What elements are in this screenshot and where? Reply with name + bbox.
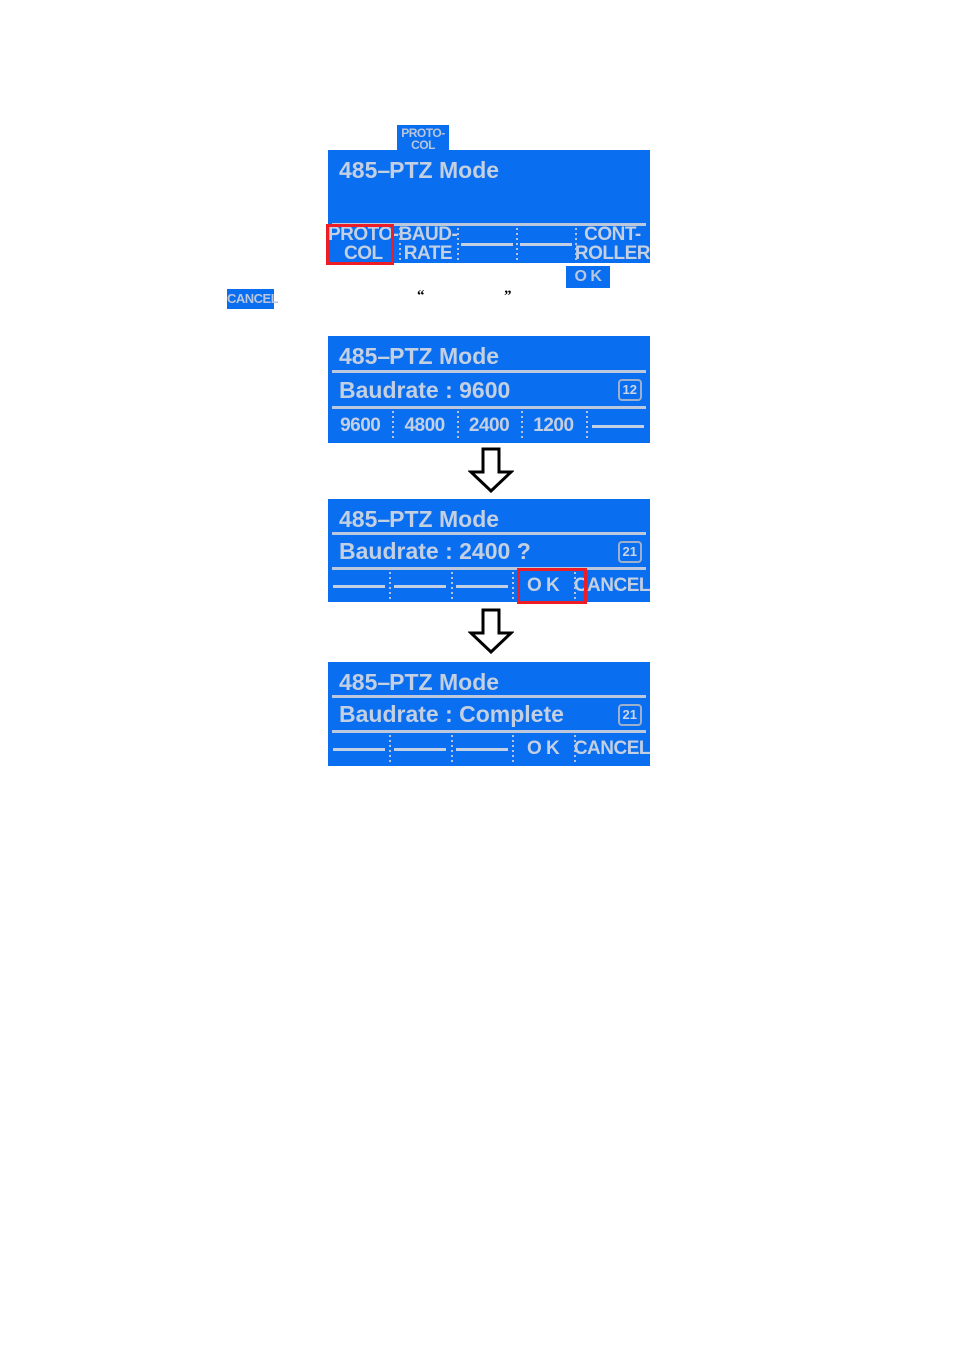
softkey-baudrate[interactable]: BAUD- RATE bbox=[398, 224, 458, 264]
softkey-4800-label: 4800 bbox=[404, 414, 445, 436]
softkey-controller-line1: CONT- bbox=[584, 224, 641, 246]
title-dash-icon: – bbox=[377, 669, 390, 695]
panel2-value-row: Baudrate : 9600 12 bbox=[328, 374, 650, 406]
panel2-softkey-row: 9600 4800 2400 1200 bbox=[328, 409, 650, 443]
blank-dash-icon bbox=[591, 424, 644, 428]
panel2-value-text: Baudrate : 9600 bbox=[339, 376, 511, 403]
flow-arrow-1 bbox=[467, 447, 515, 494]
panel3-divider-top bbox=[332, 532, 646, 535]
blank-dash-icon bbox=[394, 748, 447, 751]
panel4-divider-top bbox=[332, 695, 646, 698]
blank-dash-icon bbox=[332, 748, 385, 751]
panel3-softkey-row: O K CANCEL bbox=[328, 570, 650, 602]
panel3-step-badge: 21 bbox=[617, 540, 642, 563]
softkey-cancel-complete-label: CANCEL bbox=[573, 738, 651, 760]
panel4-step-badge: 21 bbox=[617, 703, 642, 726]
softkey-baudrate-line2: RATE bbox=[403, 242, 453, 264]
panel-baudrate-confirm: 485–PTZ Mode Baudrate : 2400 ? 21 O K CA… bbox=[328, 499, 650, 604]
title-dash-icon: – bbox=[377, 506, 390, 532]
panel3-title: 485–PTZ Mode bbox=[339, 506, 500, 532]
softkey-1200[interactable]: 1200 bbox=[521, 409, 585, 443]
ok-floating-badge[interactable]: O K bbox=[566, 266, 610, 288]
down-arrow-icon bbox=[467, 447, 515, 494]
panel4-title: 485–PTZ Mode bbox=[339, 669, 500, 695]
panel-baudrate-complete: 485–PTZ Mode Baudrate : Complete 21 O K … bbox=[328, 662, 650, 766]
softkey-ok-complete-label: O K bbox=[526, 738, 560, 760]
softkey-blank-6[interactable] bbox=[450, 570, 512, 602]
blank-dash-icon bbox=[455, 584, 508, 588]
softkey-blank-5[interactable] bbox=[389, 570, 450, 602]
panel4-value-row: Baudrate : Complete 21 bbox=[328, 699, 650, 730]
panel2-title: 485–PTZ Mode bbox=[339, 343, 500, 369]
panel-ptz-mode-menu: 485–PTZ Mode PROTO- COL BAUD- RATE CONT-… bbox=[326, 150, 651, 265]
softkey-ok-confirm[interactable]: O K bbox=[512, 570, 573, 602]
title-dash-icon: – bbox=[377, 343, 390, 369]
blank-dash-icon bbox=[394, 584, 447, 588]
softkey-controller[interactable]: CONT- ROLLER bbox=[574, 224, 651, 264]
blank-dash-icon bbox=[332, 584, 385, 588]
cancel-floating-badge[interactable]: CANCEL bbox=[227, 289, 279, 309]
softkey-blank-8[interactable] bbox=[389, 733, 450, 766]
blank-dash-icon bbox=[455, 748, 508, 751]
softkey-protocol-line1: PROTO- bbox=[328, 224, 399, 246]
softkey-cancel-confirm-label: CANCEL bbox=[573, 574, 651, 596]
panel1-title: 485–PTZ Mode bbox=[339, 157, 500, 183]
softkey-blank-1[interactable] bbox=[457, 226, 516, 263]
title-dash-icon: – bbox=[377, 157, 390, 183]
softkey-blank-2[interactable] bbox=[516, 226, 575, 263]
softkey-cancel-complete[interactable]: CANCEL bbox=[573, 733, 651, 766]
softkey-1200-label: 1200 bbox=[533, 414, 574, 436]
open-quote-mark: “ bbox=[417, 288, 425, 304]
softkey-baudrate-line1: BAUD- bbox=[398, 224, 458, 246]
softkey-ok-confirm-label: O K bbox=[526, 574, 560, 596]
panel-baudrate-select: 485–PTZ Mode Baudrate : 9600 12 9600 480… bbox=[328, 336, 650, 443]
softkey-9600-label: 9600 bbox=[340, 414, 381, 436]
blank-dash-icon bbox=[460, 243, 513, 246]
softkey-protocol-line2: COL bbox=[343, 242, 383, 264]
panel3-value-row: Baudrate : 2400 ? 21 bbox=[328, 536, 650, 567]
softkey-controller-line2: ROLLER bbox=[574, 242, 651, 264]
softkey-blank-3[interactable] bbox=[585, 409, 650, 443]
blank-dash-icon bbox=[519, 243, 572, 246]
down-arrow-icon bbox=[467, 608, 515, 655]
close-quote-mark: ” bbox=[504, 288, 512, 304]
panel2-step-badge: 12 bbox=[617, 379, 642, 401]
softkey-2400[interactable]: 2400 bbox=[456, 409, 521, 443]
softkey-blank-4[interactable] bbox=[328, 570, 389, 602]
panel3-value-text: Baudrate : 2400 ? bbox=[339, 538, 531, 564]
softkey-blank-9[interactable] bbox=[450, 733, 512, 766]
softkey-blank-7[interactable] bbox=[328, 733, 389, 766]
flow-arrow-2 bbox=[467, 608, 515, 655]
panel1-softkey-row: PROTO- COL BAUD- RATE CONT- ROLLER bbox=[328, 224, 651, 264]
softkey-9600[interactable]: 9600 bbox=[328, 409, 392, 443]
panel4-value-text: Baudrate : Complete bbox=[339, 701, 564, 727]
softkey-protocol[interactable]: PROTO- COL bbox=[328, 224, 399, 264]
softkey-2400-label: 2400 bbox=[468, 414, 510, 436]
panel2-divider-top bbox=[332, 370, 646, 373]
panel4-softkey-row: O K CANCEL bbox=[328, 733, 650, 766]
softkey-4800[interactable]: 4800 bbox=[392, 409, 456, 443]
softkey-ok-complete[interactable]: O K bbox=[512, 733, 573, 766]
softkey-cancel-confirm[interactable]: CANCEL bbox=[573, 570, 651, 602]
